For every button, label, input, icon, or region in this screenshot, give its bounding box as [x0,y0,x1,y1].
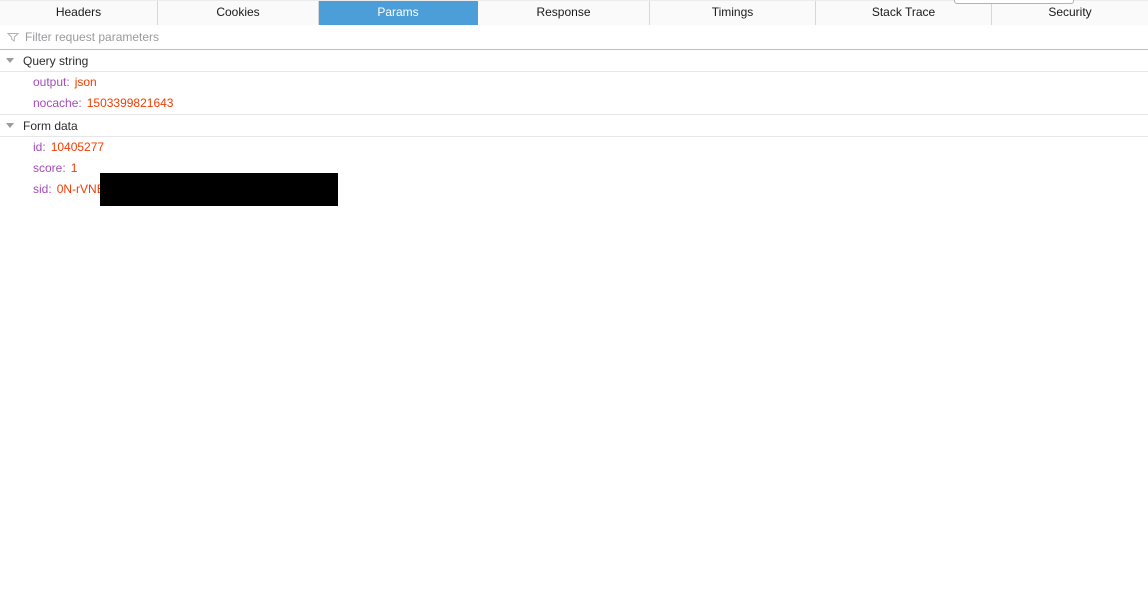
tab-cookies[interactable]: Cookies [158,1,319,25]
tab-timings[interactable]: Timings [650,1,816,25]
param-key: output [33,75,70,89]
filter-request-parameters-input[interactable] [25,30,1148,44]
param-row[interactable]: output json [0,72,1148,93]
redaction-box [100,173,338,206]
tab-headers[interactable]: Headers [0,1,158,25]
clipped-toolbar-input[interactable] [954,0,1074,4]
form-data-header[interactable]: Form data [0,114,1148,137]
param-key: sid [33,182,52,196]
tab-stack-trace[interactable]: Stack Trace [816,1,992,25]
param-row[interactable]: id 10405277 [0,137,1148,158]
section-title: Query string [23,53,89,68]
param-value: 0N-rVNE [56,182,105,196]
param-value: 1 [70,161,78,175]
chevron-down-icon [6,123,14,128]
param-row[interactable]: nocache 1503399821643 [0,93,1148,114]
param-value: 1503399821643 [86,96,174,110]
filter-row [0,25,1148,50]
funnel-icon [7,33,19,42]
tab-response[interactable]: Response [478,1,650,25]
chevron-down-icon [6,58,14,63]
section-title: Form data [23,118,78,133]
param-key: id [33,140,46,154]
tab-params[interactable]: Params [319,1,478,25]
param-key: score [33,161,66,175]
param-key: nocache [33,96,82,110]
tab-security[interactable]: Security [992,1,1148,25]
section-query-string: Query string output json nocache 150339982… [0,50,1148,114]
network-details-panel: Headers Cookies Params Response Timings … [0,0,1148,600]
query-string-header[interactable]: Query string [0,50,1148,72]
param-value: 10405277 [50,140,105,154]
param-value: json [74,75,97,89]
